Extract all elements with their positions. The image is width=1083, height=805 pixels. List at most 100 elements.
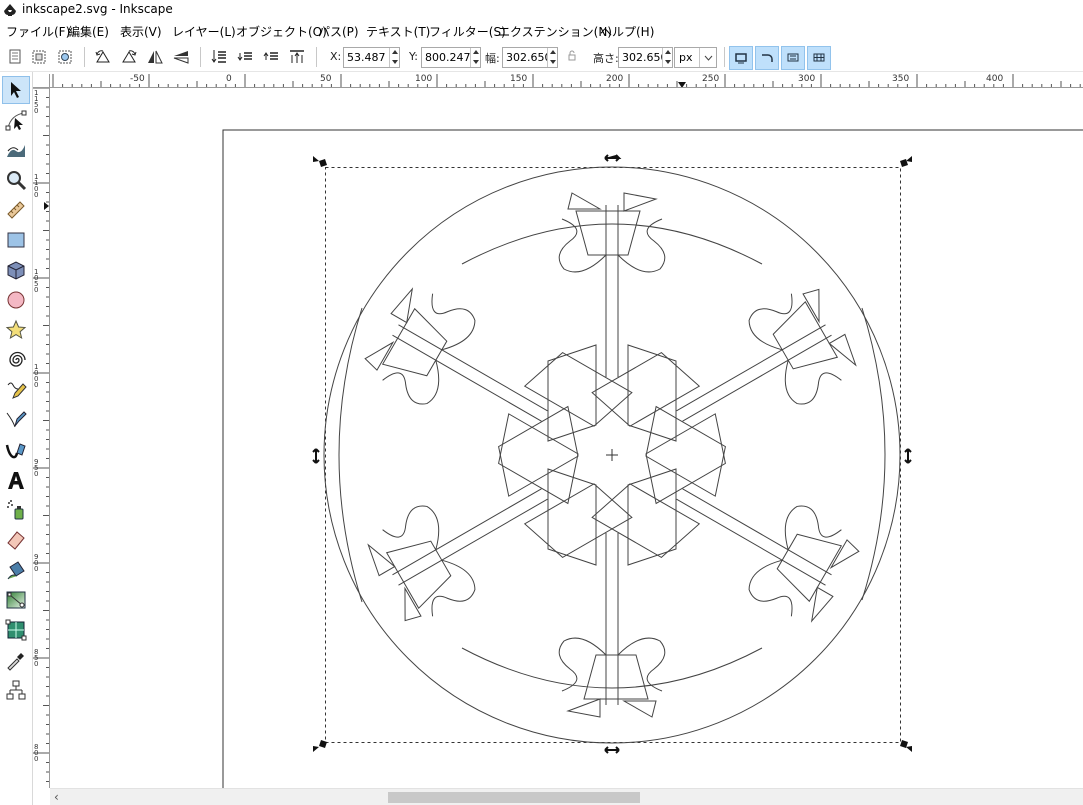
spin-down-icon[interactable] <box>549 58 557 67</box>
x-spinbox[interactable] <box>343 47 400 68</box>
x-spin-arrows[interactable] <box>389 48 399 67</box>
handle-bottom-right-icon[interactable] <box>900 740 912 752</box>
spin-down-icon[interactable] <box>391 58 399 67</box>
height-spinbox[interactable] <box>618 47 673 68</box>
calligraphy-tool[interactable] <box>2 436 30 464</box>
handle-bottom-icon[interactable] <box>604 746 620 754</box>
star-icon <box>5 319 27 340</box>
transform-gradients-toggle[interactable] <box>781 46 805 70</box>
select-all-layers-button[interactable] <box>28 46 50 68</box>
spin-up-icon[interactable] <box>391 48 399 57</box>
3d-box-tool[interactable] <box>2 256 30 284</box>
rectangle-tool[interactable] <box>2 226 30 254</box>
raise-to-top-button[interactable] <box>286 46 308 68</box>
ruler-label: 800 <box>34 743 39 763</box>
ruler-label: 200 <box>606 74 624 84</box>
lower-to-bottom-button[interactable] <box>208 46 230 68</box>
menu-layer[interactable]: レイヤー(L) <box>172 23 236 40</box>
width-spin-arrows[interactable] <box>547 48 557 67</box>
y-spin-arrows[interactable] <box>470 48 480 67</box>
select-all-icon <box>9 49 21 64</box>
handle-right-icon[interactable] <box>904 448 912 464</box>
magnifier-icon <box>7 171 27 191</box>
measure-tool[interactable] <box>2 196 30 224</box>
mesh-tool[interactable] <box>2 616 30 644</box>
menu-filters[interactable]: フィルター(S) <box>429 23 506 40</box>
selector-tool[interactable] <box>2 76 30 104</box>
flip-vertical-button[interactable] <box>170 46 192 68</box>
drawing-canvas[interactable] <box>50 88 1083 788</box>
tweak-tool[interactable] <box>2 136 30 164</box>
invert-selection-button[interactable] <box>54 46 76 68</box>
gradient-icon <box>6 591 26 609</box>
horizontal-scrollbar[interactable]: ‹ <box>50 788 1083 805</box>
select-all-button[interactable] <box>4 46 26 68</box>
scale-stroke-toggle[interactable] <box>729 46 753 70</box>
flip-horizontal-button[interactable] <box>144 46 166 68</box>
pen-tool[interactable] <box>2 406 30 434</box>
chevron-down-icon[interactable] <box>699 48 716 67</box>
handle-top-icon[interactable] <box>604 154 622 162</box>
raise-button[interactable] <box>260 46 282 68</box>
pencil-tool[interactable] <box>2 376 30 404</box>
lock-ratio-button[interactable] <box>567 50 577 65</box>
spin-up-icon[interactable] <box>472 48 480 57</box>
spin-down-icon[interactable] <box>664 58 672 67</box>
x-label: X: <box>330 50 342 63</box>
inkscape-logo-icon <box>4 4 16 16</box>
x-input[interactable] <box>344 48 389 67</box>
menu-text[interactable]: テキスト(T) <box>366 23 430 40</box>
dropper-tool[interactable] <box>2 646 30 674</box>
width-spinbox[interactable] <box>502 47 558 68</box>
menu-extensions[interactable]: エクステンション(N) <box>498 23 612 40</box>
text-tool[interactable] <box>2 466 30 494</box>
scroll-left-icon[interactable]: ‹ <box>54 790 59 804</box>
horizontal-ruler[interactable]: -50 0 50 100 150 200 250 300 350 400 <box>50 74 1083 88</box>
node-tool[interactable] <box>2 106 30 134</box>
star-tool[interactable] <box>2 316 30 344</box>
menu-help[interactable]: ヘルプ(H) <box>600 23 654 40</box>
unit-select[interactable]: px <box>674 47 717 68</box>
handle-left-icon[interactable] <box>312 448 320 464</box>
scrollbar-thumb[interactable] <box>388 792 640 803</box>
height-spin-arrows[interactable] <box>662 48 672 67</box>
spray-tool[interactable] <box>2 496 30 524</box>
handle-top-right-icon[interactable] <box>900 156 912 167</box>
rotate-ccw-button[interactable] <box>92 46 114 68</box>
gradient-tool[interactable] <box>2 586 30 614</box>
toolbar-separator <box>84 47 85 67</box>
handle-bottom-left-icon[interactable] <box>313 740 327 752</box>
snowflake-notch <box>566 698 657 718</box>
ellipse-tool[interactable] <box>2 286 30 314</box>
arrow-pointer-icon <box>11 82 21 98</box>
spin-up-icon[interactable] <box>549 48 557 57</box>
spin-up-icon[interactable] <box>664 48 672 57</box>
y-spinbox[interactable] <box>421 47 481 68</box>
spiral-tool[interactable] <box>2 346 30 374</box>
toolbar-separator <box>724 47 725 67</box>
height-input[interactable] <box>619 48 662 67</box>
menu-object[interactable]: オブジェクト(O) <box>236 23 327 40</box>
rotation-center-icon[interactable] <box>606 449 618 461</box>
transform-patterns-toggle[interactable] <box>807 46 831 70</box>
spin-down-icon[interactable] <box>472 58 480 67</box>
y-input[interactable] <box>422 48 470 67</box>
lower-button[interactable] <box>234 46 256 68</box>
menu-file[interactable]: ファイル(F) <box>6 23 70 40</box>
toolbar-separator <box>316 47 317 67</box>
scale-corners-toggle[interactable] <box>755 46 779 70</box>
width-input[interactable] <box>503 48 547 67</box>
menu-view[interactable]: 表示(V) <box>120 23 162 40</box>
vertical-ruler[interactable]: 1150 1100 1050 1000 950 900 850 800 <box>33 88 50 788</box>
zoom-tool[interactable] <box>2 166 30 194</box>
paint-bucket-tool[interactable] <box>2 556 30 584</box>
page-border <box>222 129 1083 788</box>
eraser-tool[interactable] <box>2 526 30 554</box>
snowflake-arm <box>547 468 677 705</box>
menu-edit[interactable]: 編集(E) <box>68 23 109 40</box>
rotate-cw-button[interactable] <box>118 46 140 68</box>
connector-tool[interactable] <box>2 676 30 704</box>
menu-path[interactable]: パス(P) <box>318 23 359 40</box>
tweak-icon <box>7 145 25 157</box>
handle-top-left-icon[interactable] <box>313 156 327 167</box>
